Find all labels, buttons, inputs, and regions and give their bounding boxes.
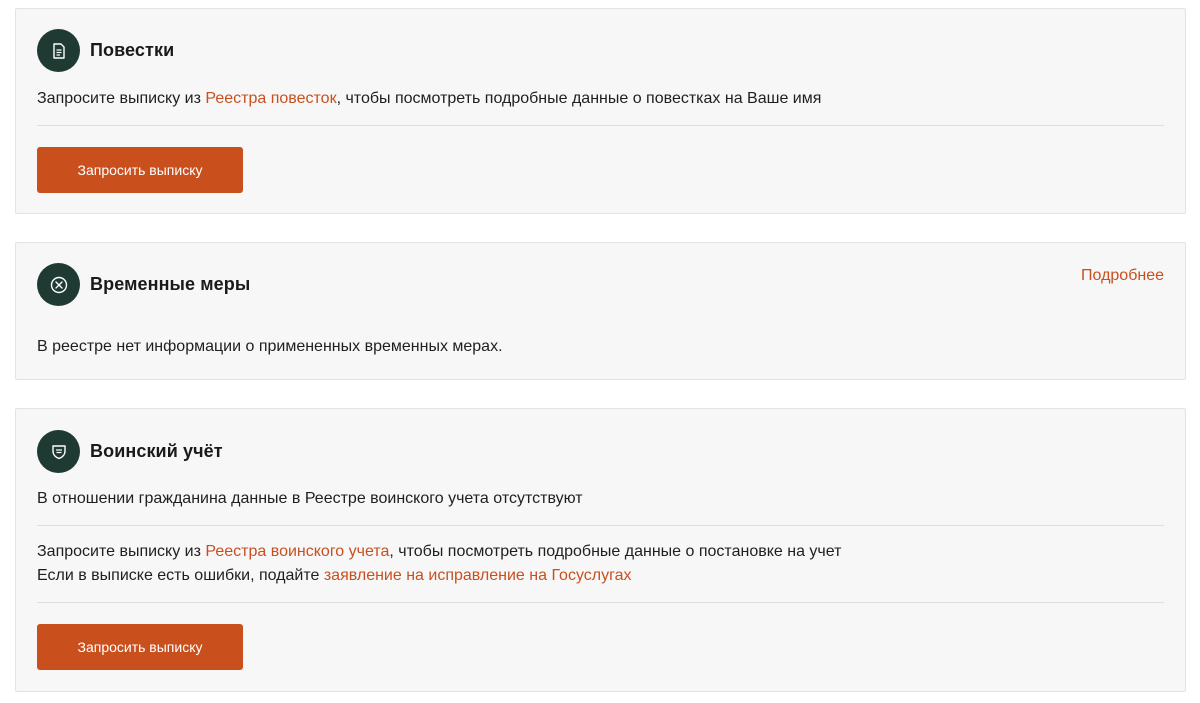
divider — [37, 125, 1164, 126]
subpoenas-text-before: Запросите выписку из — [37, 90, 206, 107]
military-errors-before: Если в выписке есть ошибки, подайте — [37, 567, 324, 584]
military-request-button[interactable]: Запросить выписку — [37, 624, 243, 670]
divider — [37, 602, 1164, 603]
correction-application-link[interactable]: заявление на исправление на Госуслугах — [324, 567, 632, 584]
subpoenas-text-after: , чтобы посмотреть подробные данные о по… — [336, 90, 822, 107]
more-details-link[interactable]: Подробнее — [1081, 267, 1164, 285]
temporary-measures-header: Временные меры — [37, 263, 250, 306]
subpoenas-request-button[interactable]: Запросить выписку — [37, 147, 243, 193]
military-registration-title: Воинский учёт — [90, 441, 223, 461]
military-request-after: , чтобы посмотреть подробные данные о по… — [389, 543, 842, 560]
military-registration-header: Воинский учёт — [37, 430, 223, 473]
divider — [37, 525, 1164, 526]
subpoenas-registry-link[interactable]: Реестра повесток — [205, 90, 336, 107]
military-errors-text: Если в выписке есть ошибки, подайте заяв… — [37, 564, 631, 588]
military-request-text: Запросите выписку из Реестра воинского у… — [37, 540, 841, 564]
temporary-measures-title: Временные меры — [90, 274, 251, 294]
subpoenas-card: Повестки Запросите выписку из Реестра по… — [15, 8, 1186, 214]
temporary-measures-card: Временные меры Подробнее В реестре нет и… — [15, 242, 1186, 380]
close-circle-icon — [37, 263, 80, 306]
subpoenas-description: Запросите выписку из Реестра повесток, ч… — [37, 87, 821, 111]
document-icon — [37, 29, 80, 72]
military-registry-link[interactable]: Реестра воинского учета — [205, 543, 389, 560]
military-registration-card: Воинский учёт В отношении гражданина дан… — [15, 408, 1186, 692]
subpoenas-header: Повестки — [37, 29, 174, 72]
military-request-before: Запросите выписку из — [37, 543, 206, 560]
military-registration-status: В отношении гражданина данные в Реестре … — [37, 490, 583, 507]
temporary-measures-text: В реестре нет информации о примененных в… — [37, 338, 503, 355]
shield-icon — [37, 430, 80, 473]
subpoenas-title: Повестки — [90, 40, 175, 60]
